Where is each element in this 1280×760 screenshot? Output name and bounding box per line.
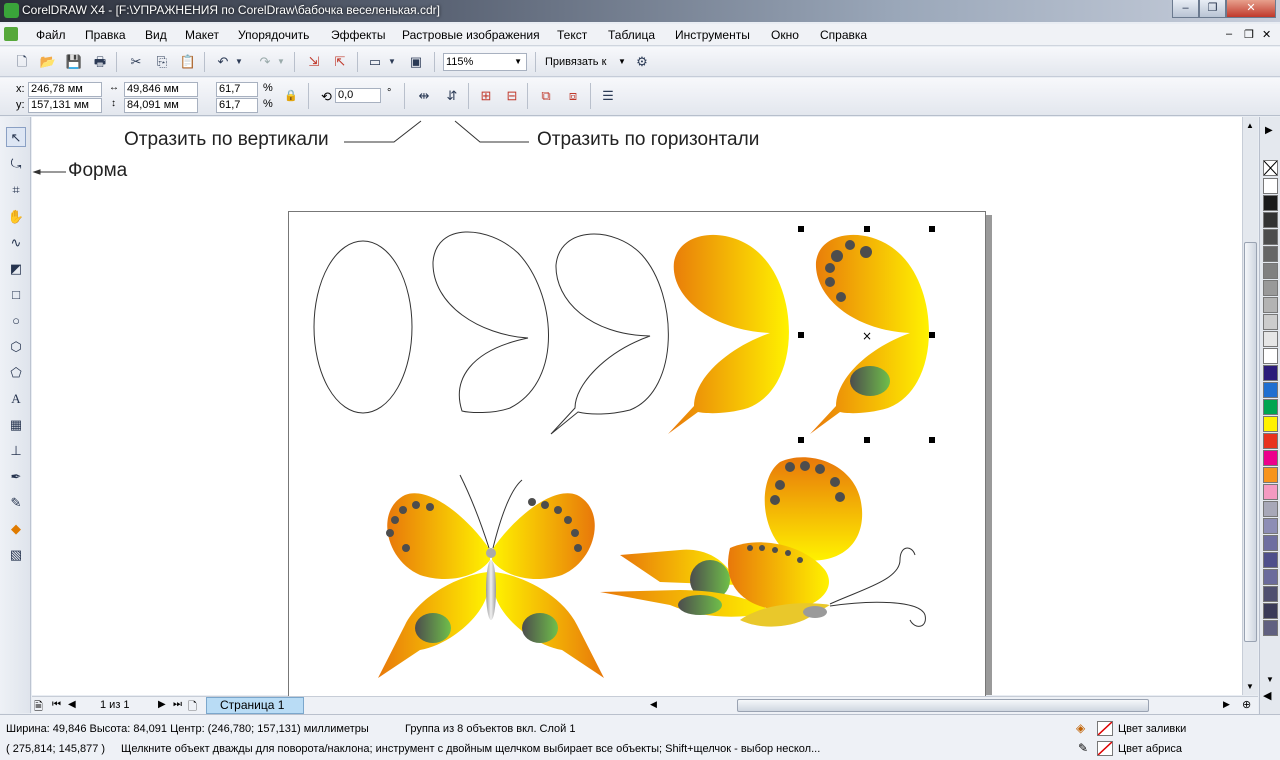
palette-scroll-down-icon[interactable]: ▼ [1266,675,1274,684]
outline-color-label: Цвет абриса [1118,743,1183,755]
color-swatch[interactable] [1263,620,1278,636]
palette-flyout-icon[interactable]: ◀ [1263,689,1271,702]
fill-color-swatch[interactable] [1097,721,1113,736]
status-hint: Щелкните объект дважды для поворота/накл… [121,743,821,755]
fill-bucket-icon: ◈ [1076,721,1086,735]
annotation-leader-lines [32,120,529,175]
doc-restore-button[interactable]: ❐ [1244,28,1254,41]
color-swatch[interactable] [1263,586,1278,602]
color-swatch[interactable] [1263,518,1278,534]
color-swatch[interactable] [1263,501,1278,517]
vertical-scrollbar[interactable]: ▲ ▼ [1242,117,1258,695]
page-counter: 1 из 1 [100,699,130,711]
color-swatch[interactable] [1263,467,1278,483]
color-swatch[interactable] [1263,263,1278,279]
color-swatch[interactable] [1263,280,1278,296]
color-swatch[interactable] [1263,314,1278,330]
color-swatch[interactable] [1263,331,1278,347]
color-swatch[interactable] [1263,195,1278,211]
doc-close-button[interactable]: ✕ [1262,28,1271,41]
first-page-icon[interactable]: ⏮ [52,699,61,710]
color-swatch[interactable] [1263,535,1278,551]
svg-text:×: × [862,329,872,343]
next-page-icon[interactable]: ▶ [158,699,166,710]
vertical-scroll-thumb[interactable] [1244,242,1257,642]
scroll-down-icon[interactable]: ▼ [1246,682,1254,691]
color-swatch[interactable] [1263,399,1278,415]
page-navigator: 🗎 ⏮ ◀ 1 из 1 ▶ ⏭ 🗋 Страница 1 ◀ ▶ ⊕ [32,696,1258,714]
color-swatch[interactable] [1263,229,1278,245]
color-swatch[interactable] [1263,246,1278,262]
color-palette: ▶ ▼ ◀ [1259,117,1280,717]
scroll-up-icon[interactable]: ▲ [1246,121,1254,130]
step4-filled-wing[interactable] [668,234,789,434]
hscroll-left-icon[interactable]: ◀ [650,699,657,710]
color-swatch[interactable] [1263,297,1278,313]
fill-color-label: Цвет заливки [1118,723,1187,735]
color-swatch[interactable] [1263,450,1278,466]
butterfly-front[interactable] [378,474,604,678]
horizontal-scroll-thumb[interactable] [737,699,1149,712]
color-swatch[interactable] [1263,603,1278,619]
color-swatch[interactable] [1263,178,1278,194]
hscroll-right-icon[interactable]: ▶ [1223,699,1230,710]
color-swatch[interactable] [1263,569,1278,585]
status-bar: Ширина: 49,846 Высота: 84,091 Центр: (24… [0,714,1280,760]
color-swatch[interactable] [1263,416,1278,432]
step2-wing-outline[interactable] [432,231,549,414]
prev-page-icon[interactable]: ◀ [68,699,76,710]
color-swatch[interactable] [1263,365,1278,381]
color-swatch[interactable] [1263,382,1278,398]
status-cursor-coords: ( 275,814; 145,877 ) [6,743,106,755]
color-swatch[interactable] [1263,348,1278,364]
butterfly-side[interactable] [600,457,926,627]
step3-wing-outline[interactable] [550,233,669,435]
palette-scroll-up-icon[interactable]: ▶ [1265,125,1273,136]
outline-color-swatch[interactable] [1097,741,1113,756]
navigator-icon[interactable]: ⊕ [1242,698,1251,711]
color-swatch[interactable] [1263,484,1278,500]
color-swatch[interactable] [1263,212,1278,228]
artwork-layer: × [32,120,935,678]
status-object: Группа из 8 объектов вкл. Слой 1 [405,723,576,735]
step1-ellipse[interactable] [313,240,413,414]
last-page-icon[interactable]: ⏭ [173,699,182,710]
no-color-swatch[interactable] [1263,160,1278,176]
color-swatch[interactable] [1263,552,1278,568]
color-swatch[interactable] [1263,433,1278,449]
page-tab[interactable]: Страница 1 [206,697,304,714]
status-size: Ширина: 49,846 Высота: 84,091 Центр: (24… [6,723,369,735]
outline-pen-icon: ✎ [1078,741,1089,755]
